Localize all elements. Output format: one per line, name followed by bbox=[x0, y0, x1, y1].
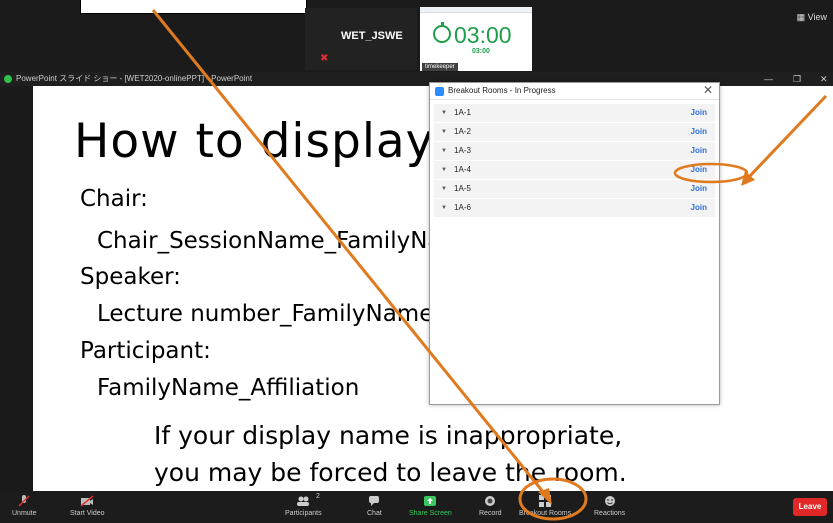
record-button[interactable]: Record bbox=[479, 495, 502, 517]
timer-tile[interactable]: 03:00 03:00 timekeeper bbox=[420, 7, 532, 71]
restore-icon[interactable]: ❐ bbox=[793, 72, 801, 86]
room-name: 1A-6 bbox=[454, 203, 471, 212]
room-row[interactable]: ▼ 1A-5 Join bbox=[434, 180, 715, 199]
slide-line: If your display name is inappropriate, bbox=[154, 421, 623, 450]
reactions-button[interactable]: Reactions bbox=[594, 495, 625, 517]
share-screen-label: Share Screen bbox=[409, 510, 452, 517]
expand-caret-icon[interactable]: ▼ bbox=[441, 205, 447, 211]
unmute-label: Unmute bbox=[12, 510, 37, 517]
participants-label: Participants bbox=[285, 510, 322, 517]
reactions-label: Reactions bbox=[594, 510, 626, 517]
start-video-label: Start Video bbox=[70, 510, 105, 517]
leave-button[interactable]: Leave bbox=[793, 498, 827, 516]
view-button[interactable]: ▦ View bbox=[797, 12, 827, 23]
expand-caret-icon[interactable]: ▼ bbox=[441, 167, 447, 173]
timer-sub-display: 03:00 bbox=[472, 48, 490, 55]
timer-display: 03:00 bbox=[454, 22, 512, 48]
room-row[interactable]: ▼ 1A-4 Join bbox=[434, 161, 715, 180]
breakout-rooms-button[interactable]: Breakout Rooms bbox=[519, 495, 571, 517]
share-screen-button[interactable]: Share Screen bbox=[409, 495, 452, 517]
room-name: 1A-1 bbox=[454, 108, 471, 117]
join-button[interactable]: Join bbox=[691, 184, 707, 193]
expand-caret-icon[interactable]: ▼ bbox=[441, 186, 447, 192]
room-row[interactable]: ▼ 1A-2 Join bbox=[434, 123, 715, 142]
expand-caret-icon[interactable]: ▼ bbox=[441, 148, 447, 154]
slide-line: you may be forced to leave the room. bbox=[154, 458, 627, 487]
video-off-icon bbox=[80, 495, 94, 507]
slide-line: Participant: bbox=[80, 338, 211, 364]
room-row[interactable]: ▼ 1A-6 Join bbox=[434, 199, 715, 218]
participant-tile[interactable]: WET_JSWE ✖ bbox=[305, 8, 417, 70]
join-button[interactable]: Join bbox=[691, 165, 707, 174]
breakout-rooms-icon bbox=[539, 495, 552, 507]
app-shield-icon bbox=[4, 75, 12, 83]
reactions-icon bbox=[604, 496, 615, 506]
blank-overlay-box bbox=[80, 0, 307, 14]
zoom-app-icon bbox=[435, 87, 444, 96]
participants-count: 2 bbox=[316, 493, 320, 500]
room-row[interactable]: ▼ 1A-1 Join bbox=[434, 104, 715, 123]
dialog-title: Breakout Rooms - In Progress bbox=[448, 86, 556, 95]
slide-line: Speaker: bbox=[80, 264, 181, 290]
room-name: 1A-5 bbox=[454, 184, 471, 193]
close-window-icon[interactable]: ✕ bbox=[820, 72, 828, 86]
room-name: 1A-3 bbox=[454, 146, 471, 155]
unmute-button[interactable]: Unmute bbox=[12, 495, 37, 517]
muted-mic-icon bbox=[18, 495, 30, 507]
ppt-window-title: PowerPoint スライド ショー - [WET2020-onlinePPT… bbox=[16, 74, 253, 83]
expand-caret-icon[interactable]: ▼ bbox=[441, 110, 447, 116]
room-list: ▼ 1A-1 Join ▼ 1A-2 Join ▼ 1A-3 Join ▼ 1A… bbox=[434, 104, 715, 218]
expand-caret-icon[interactable]: ▼ bbox=[441, 129, 447, 135]
chat-icon bbox=[369, 496, 380, 506]
slide-line: Chair: bbox=[80, 186, 148, 212]
timer-tile-label: timekeeper bbox=[422, 63, 458, 71]
share-screen-icon bbox=[424, 496, 437, 506]
slide-line: FamilyName_Affiliation bbox=[97, 375, 360, 401]
join-button[interactable]: Join bbox=[691, 127, 707, 136]
chat-button[interactable]: Chat bbox=[367, 495, 382, 517]
view-label: View bbox=[807, 12, 827, 22]
stopwatch-icon bbox=[433, 22, 451, 43]
participants-icon bbox=[297, 496, 310, 506]
chat-label: Chat bbox=[367, 510, 382, 517]
dialog-titlebar: Breakout Rooms - In Progress ✕ bbox=[430, 83, 719, 100]
video-strip: WET_JSWE ✖ 03:00 03:00 timekeeper ▦ View bbox=[0, 0, 833, 72]
timer-window-bar bbox=[420, 7, 532, 13]
minimize-icon[interactable]: — bbox=[764, 72, 773, 86]
breakout-rooms-label: Breakout Rooms bbox=[519, 510, 572, 517]
start-video-button[interactable]: Start Video bbox=[70, 495, 105, 517]
join-button[interactable]: Join bbox=[691, 146, 707, 155]
muted-mic-icon: ✖ bbox=[320, 53, 329, 64]
room-name: 1A-4 bbox=[454, 165, 471, 174]
breakout-rooms-dialog[interactable]: Breakout Rooms - In Progress ✕ ▼ 1A-1 Jo… bbox=[429, 82, 720, 405]
close-icon[interactable]: ✕ bbox=[703, 83, 713, 97]
join-button[interactable]: Join bbox=[691, 108, 707, 117]
meeting-toolbar: Unmute Start Video Participants 2 Chat S… bbox=[0, 491, 833, 523]
participant-name: WET_JSWE bbox=[341, 30, 403, 42]
room-row[interactable]: ▼ 1A-3 Join bbox=[434, 142, 715, 161]
join-button[interactable]: Join bbox=[691, 203, 707, 212]
room-name: 1A-2 bbox=[454, 127, 471, 136]
record-label: Record bbox=[479, 510, 502, 517]
record-icon bbox=[485, 496, 496, 506]
